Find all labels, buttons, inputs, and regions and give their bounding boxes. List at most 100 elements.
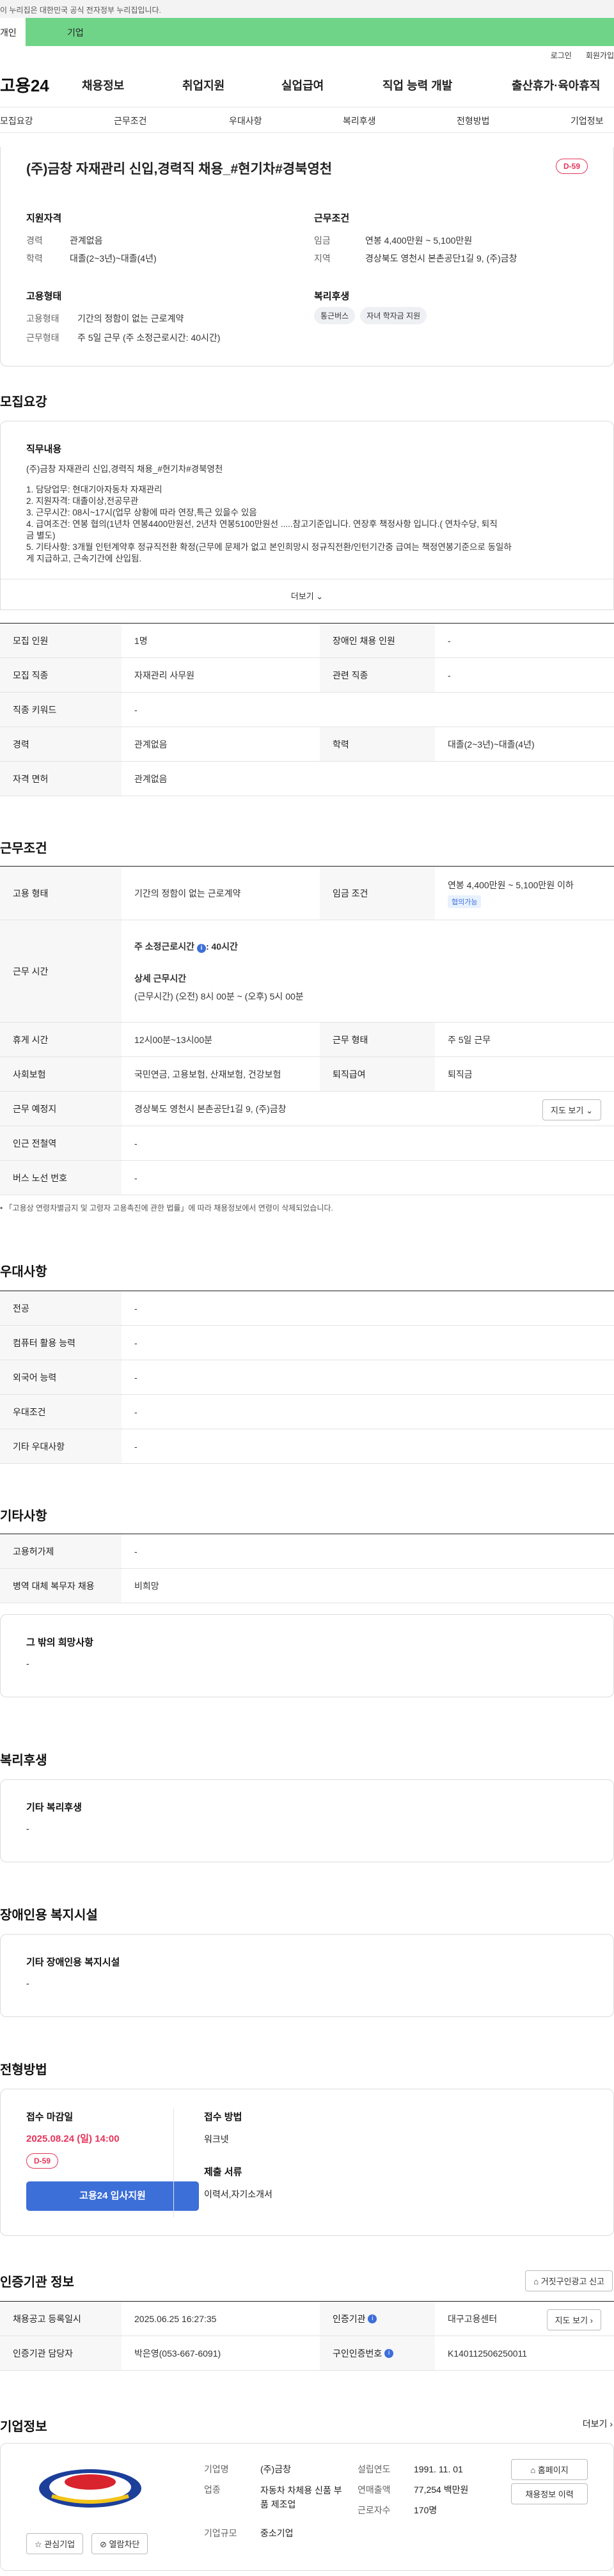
block-view-button[interactable]: ⊘ 열람차단 (91, 2533, 148, 2554)
recruit-table: 모집 인원 1명 장애인 채용 인원 - 모집 직종 자재관리 사무원 관련 직종 - 직종… (0, 623, 614, 796)
qual-heading: 지원자격 (26, 213, 62, 224)
gnb-item-employment-support[interactable]: 취업지원 (182, 77, 224, 93)
auth-heading: 인증기관 정보 (0, 2275, 74, 2289)
duty-heading: 직무내용 (26, 444, 62, 455)
method-value: 워크넷 (204, 2134, 229, 2144)
disabled-box-value: - (26, 1978, 29, 1988)
etc-wish-box: 그 밖의 희망사항 - (0, 1614, 614, 1697)
emp-heading: 고용형태 (26, 291, 62, 302)
disabled-box-heading: 기타 장애인용 복지시설 (26, 1957, 120, 1968)
benefit-box: 기타 복리후생 - (0, 1779, 614, 1862)
qual-education: 학력 대졸(2~3년)~대졸(4년) (26, 253, 157, 263)
recruit-heading: 모집요강 (0, 395, 47, 409)
snb-item-work[interactable]: 근무조건 (114, 114, 147, 127)
star-icon: ☆ (35, 2540, 42, 2549)
work-heading: 근무조건 (0, 842, 47, 856)
snb-item-benefit[interactable]: 복리후생 (343, 114, 376, 127)
user-type-tabs: 개인 기업 (0, 18, 614, 46)
welfare-heading: 복리후생 (314, 291, 350, 302)
homepage-button[interactable]: ⌂ 홈페이지 (511, 2459, 588, 2480)
gov-banner: 이 누리집은 대한민국 공식 전자정부 누리집입니다. (0, 0, 614, 18)
gnb-item-parental-leave[interactable]: 출산휴가·육아휴직 (512, 77, 600, 93)
section-nav: 모집요강 근무조건 우대사항 복리후생 전형방법 기업정보 (0, 107, 614, 133)
snb-item-recruit[interactable]: 모집요강 (0, 114, 33, 127)
tab-company[interactable]: 기업 (26, 18, 614, 46)
table-row: 모집 직종 자재관리 사무원 관련 직종 - (0, 658, 614, 693)
snb-item-process[interactable]: 전형방법 (457, 114, 490, 127)
welfare-chip-tuition: 자녀 학자금 지원 (360, 307, 427, 324)
welfare-chip-bus: 통근버스 (314, 307, 356, 324)
info-icon[interactable]: i (368, 2314, 377, 2323)
gnb-item-skills[interactable]: 직업 능력 개발 (382, 77, 452, 93)
info-icon[interactable]: i (384, 2348, 394, 2358)
more-button[interactable]: 더보기 ⌄ (1, 579, 613, 611)
chevron-down-icon: ⌄ (586, 1106, 593, 1115)
qual-career: 경력 관계없음 (26, 235, 103, 246)
util-links: 로그인 회원가입 (0, 46, 614, 63)
benefit-box-value: - (26, 1823, 29, 1834)
negotiable-badge: 협의가능 (448, 895, 482, 908)
report-false-ad-button[interactable]: ⌂ 거짓구인광고 신고 (525, 2270, 613, 2291)
docs-value: 이력서,자기소개서 (204, 2189, 272, 2199)
signup-link[interactable]: 회원가입 (586, 51, 614, 60)
method-heading: 접수 방법 (204, 2112, 242, 2123)
weekly-hours: 주 소정근로시간 i: 40시간 (134, 941, 238, 953)
favorite-company-button[interactable]: ☆ 관심기업 (26, 2533, 84, 2554)
table-row: 기타 우대사항 - (0, 1429, 614, 1464)
etc-wish-value: - (26, 1658, 29, 1669)
table-row: 휴게 시간 12시00분~13시00분 근무 형태 주 5일 근무 (0, 1023, 614, 1057)
snb-item-company[interactable]: 기업정보 (571, 114, 604, 127)
company-logo (26, 2463, 154, 2514)
gov-banner-text: 이 누리집은 대한민국 공식 전자정부 누리집입니다. (0, 6, 161, 15)
emp-work-form: 근무형태 주 5일 근무 (주 소정근로시간: 40시간) (26, 333, 221, 343)
table-row: 고용 형태 기간의 정함이 없는 근로계약 임금 조건 연봉 4,400만원 ~ … (0, 867, 614, 920)
table-row: 채용공고 등록일시 2025.06.25 16:27:35 인증기관 i 대구고용… (0, 2302, 614, 2336)
snb-item-pref[interactable]: 우대사항 (229, 114, 262, 127)
table-row: 자격 면허 관계없음 (0, 762, 614, 796)
gnb-item-unemployment-benefit[interactable]: 실업급여 (281, 77, 324, 93)
process-box: 접수 마감일 2025.08.24 (일) 14:00 D-59 고용24 입사… (0, 2089, 614, 2236)
divider (173, 2109, 174, 2217)
company-box: ☆ 관심기업 ⊘ 열람차단 기업명 (주)금창 업종 자동차 차체용 신품 부품 제… (0, 2443, 614, 2571)
job-summary-card: (주)금창 자재관리 신입,경력직 채용_#현기차#경북영천 D-59 지원자격… (0, 147, 614, 366)
table-row: 근무 시간 주 소정근로시간 i: 40시간 상세 근무시간 (근무시간) (오… (0, 920, 614, 1023)
pref-table: 전공 - 컴퓨터 활용 능력 - 외국어 능력 - 우대조건 - 기타 우대사항 - (0, 1291, 614, 1464)
tab-individual[interactable]: 개인 (0, 18, 26, 46)
login-link[interactable]: 로그인 (551, 51, 572, 60)
company-field-founded: 설립연도 1991. 11. 01 (358, 2464, 463, 2474)
table-row: 버스 노선 번호 - (0, 1161, 614, 1195)
company-more-link[interactable]: 더보기 › (583, 2417, 613, 2430)
benefit-heading: 복리후생 (0, 1754, 47, 1768)
chevron-right-icon: › (590, 2316, 593, 2325)
info-icon[interactable]: i (196, 943, 206, 953)
deadline-heading: 접수 마감일 (26, 2112, 74, 2123)
table-row: 모집 인원 1명 장애인 채용 인원 - (0, 624, 614, 658)
agency-map-button[interactable]: 지도 보기 › (546, 2309, 601, 2330)
chevron-right-icon: › (610, 2419, 613, 2429)
pref-heading: 우대사항 (0, 1265, 47, 1279)
company-field-size: 기업규모 중소기업 (204, 2528, 294, 2538)
map-view-button[interactable]: 지도 보기 ⌄ (542, 1099, 601, 1120)
disabled-box: 기타 장애인용 복지시설 - (0, 1934, 614, 2017)
table-row: 인근 전철역 - (0, 1126, 614, 1161)
company-field-revenue: 연매출액 77,254 백만원 (358, 2485, 469, 2495)
chevron-down-icon: ⌄ (316, 592, 324, 601)
duty-content: (주)금창 자재관리 신입,경력직 채용_#현기차#경북영천 1. 담당업무: … (26, 464, 512, 563)
table-row: 사회보험 국민연금, 고용보험, 산재보험, 건강보험 퇴직급여 퇴직금 (0, 1057, 614, 1092)
process-dday-badge: D-59 (26, 2153, 59, 2169)
site-logo[interactable]: 고용24 (0, 73, 70, 97)
benefit-box-heading: 기타 복리후생 (26, 1802, 82, 1813)
company-logo-image (39, 2469, 141, 2508)
job-history-button[interactable]: 채용정보 이력 (511, 2483, 588, 2504)
work-table: 고용 형태 기간의 정함이 없는 근로계약 임금 조건 연봉 4,400만원 ~ … (0, 866, 614, 1195)
wage-value: 연봉 4,400만원 ~ 5,100만원 이하 (448, 879, 574, 890)
table-row: 병역 대체 복무자 채용 비희망 (0, 1569, 614, 1603)
job-title: (주)금창 자재관리 신입,경력직 채용_#현기차#경북영천 (26, 162, 333, 177)
gnb-item-jobs[interactable]: 채용정보 (82, 77, 124, 93)
hours-detail-heading: 상세 근무시간 (134, 973, 187, 984)
duty-box: 직무내용 (주)금창 자재관리 신입,경력직 채용_#현기차#경북영천 1. 담… (0, 421, 614, 610)
welfare-chips: 통근버스 자녀 학자금 지원 (314, 307, 432, 324)
table-row: 인증기관 담당자 박은영(053-667-6091) 구인인증번호 i K1401… (0, 2336, 614, 2371)
home-icon: ⌂ (533, 2277, 539, 2286)
age-note: • 「고용상 연령차별금지 및 고령자 고용촉진에 관한 법률」에 따라 채용정… (0, 1204, 333, 1213)
